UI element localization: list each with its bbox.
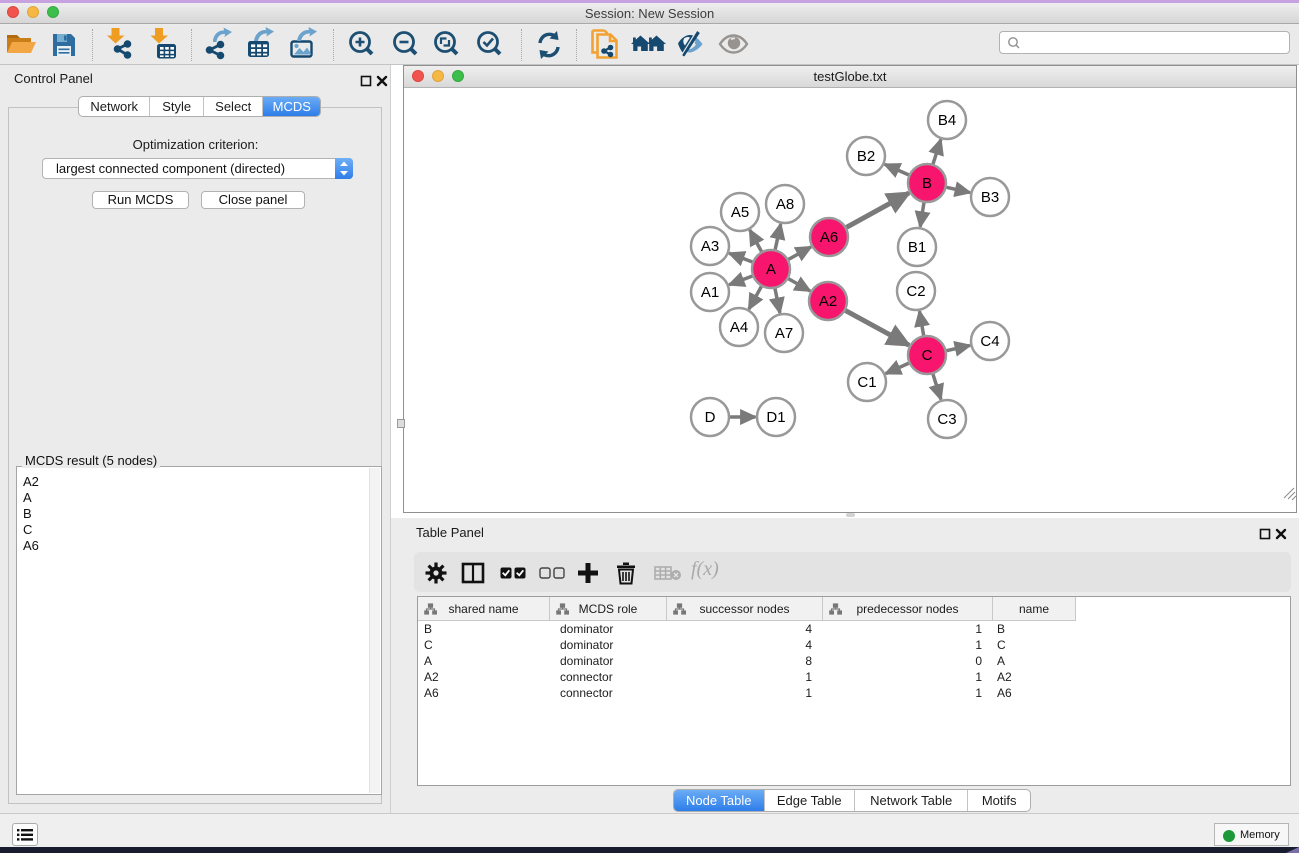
svg-text:D: D: [705, 409, 716, 426]
svg-text:B4: B4: [938, 112, 956, 129]
svg-text:C1: C1: [857, 374, 876, 391]
svg-text:A1: A1: [701, 284, 719, 301]
svg-text:B1: B1: [908, 239, 926, 256]
svg-text:B: B: [922, 175, 932, 192]
svg-text:A8: A8: [776, 196, 794, 213]
svg-text:C4: C4: [980, 333, 999, 350]
svg-text:A3: A3: [701, 238, 719, 255]
svg-text:C3: C3: [937, 411, 956, 428]
svg-text:A6: A6: [820, 229, 838, 246]
svg-text:A7: A7: [775, 325, 793, 342]
svg-text:B3: B3: [981, 189, 999, 206]
svg-text:A: A: [766, 261, 776, 278]
svg-text:B2: B2: [857, 148, 875, 165]
svg-text:C2: C2: [906, 283, 925, 300]
svg-text:D1: D1: [766, 409, 785, 426]
svg-text:A2: A2: [819, 293, 837, 310]
svg-text:A4: A4: [730, 319, 748, 336]
svg-text:A5: A5: [731, 204, 749, 221]
svg-text:C: C: [922, 347, 933, 364]
